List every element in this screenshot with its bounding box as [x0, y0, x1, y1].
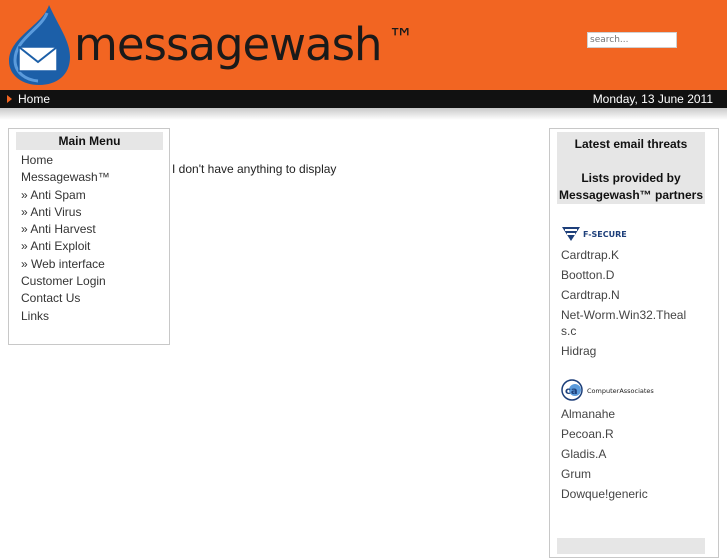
empty-content-message: I don't have anything to display	[172, 162, 337, 176]
menu-item-home[interactable]: Home	[21, 152, 110, 169]
search-input[interactable]	[587, 32, 677, 48]
threat-link[interactable]: Grum	[561, 466, 591, 482]
next-section-header	[557, 538, 705, 554]
f-secure-logo-text: F-SECURE	[583, 230, 627, 239]
menu-item-anti-harvest[interactable]: » Anti Harvest	[21, 221, 110, 238]
menu-item-customer-login[interactable]: Customer Login	[21, 273, 110, 290]
threat-link[interactable]: Dowque!generic	[561, 486, 648, 502]
main-menu-list: Home Messagewash™ » Anti Spam » Anti Vir…	[21, 152, 110, 325]
threat-link[interactable]: Bootton.D	[561, 267, 614, 283]
menu-item-anti-virus[interactable]: » Anti Virus	[21, 204, 110, 221]
menu-item-messagewash[interactable]: Messagewash™	[21, 169, 110, 186]
threat-link[interactable]: Cardtrap.K	[561, 247, 619, 263]
menu-item-anti-spam[interactable]: » Anti Spam	[21, 187, 110, 204]
threat-link[interactable]: Almanahe	[561, 406, 615, 422]
nav-shadow	[0, 108, 727, 120]
threat-link[interactable]: Hidrag	[561, 343, 596, 359]
threat-link[interactable]: Pecoan.R	[561, 426, 614, 442]
water-drop-envelope-logo-icon	[9, 5, 70, 85]
nav-home-link[interactable]: Home	[18, 91, 50, 107]
site-header: messagewash ™	[0, 0, 727, 90]
threat-link[interactable]: Gladis.A	[561, 446, 606, 462]
threats-panel-header: Latest email threats Lists provided by M…	[557, 132, 705, 204]
menu-item-contact-us[interactable]: Contact Us	[21, 290, 110, 307]
f-secure-logo-icon: F-SECURE	[562, 227, 627, 241]
brand-name: messagewash	[74, 18, 383, 71]
nav-bar: Home Monday, 13 June 2011	[0, 90, 727, 108]
svg-text:ca: ca	[565, 386, 578, 397]
main-menu: Main Menu Home Messagewash™ » Anti Spam …	[8, 128, 170, 345]
computer-associates-logo-icon: ca ComputerAssociates	[561, 379, 654, 401]
threats-subtitle: Lists provided by Messagewash™ partners	[558, 171, 704, 202]
menu-item-anti-exploit[interactable]: » Anti Exploit	[21, 238, 110, 255]
arrow-right-icon	[7, 95, 12, 103]
main-menu-title: Main Menu	[16, 132, 163, 150]
menu-item-web-interface[interactable]: » Web interface	[21, 256, 110, 273]
ca-logo-text: ComputerAssociates	[587, 387, 654, 395]
threat-link[interactable]: Net-Worm.Win32.Theals.c	[561, 307, 691, 339]
threats-title: Latest email threats	[574, 137, 688, 151]
menu-item-links[interactable]: Links	[21, 308, 110, 325]
threats-panel: Latest email threats Lists provided by M…	[549, 128, 719, 558]
current-date: Monday, 13 June 2011	[592, 92, 713, 106]
threat-link[interactable]: Cardtrap.N	[561, 287, 620, 303]
trademark-symbol: ™	[388, 24, 414, 54]
